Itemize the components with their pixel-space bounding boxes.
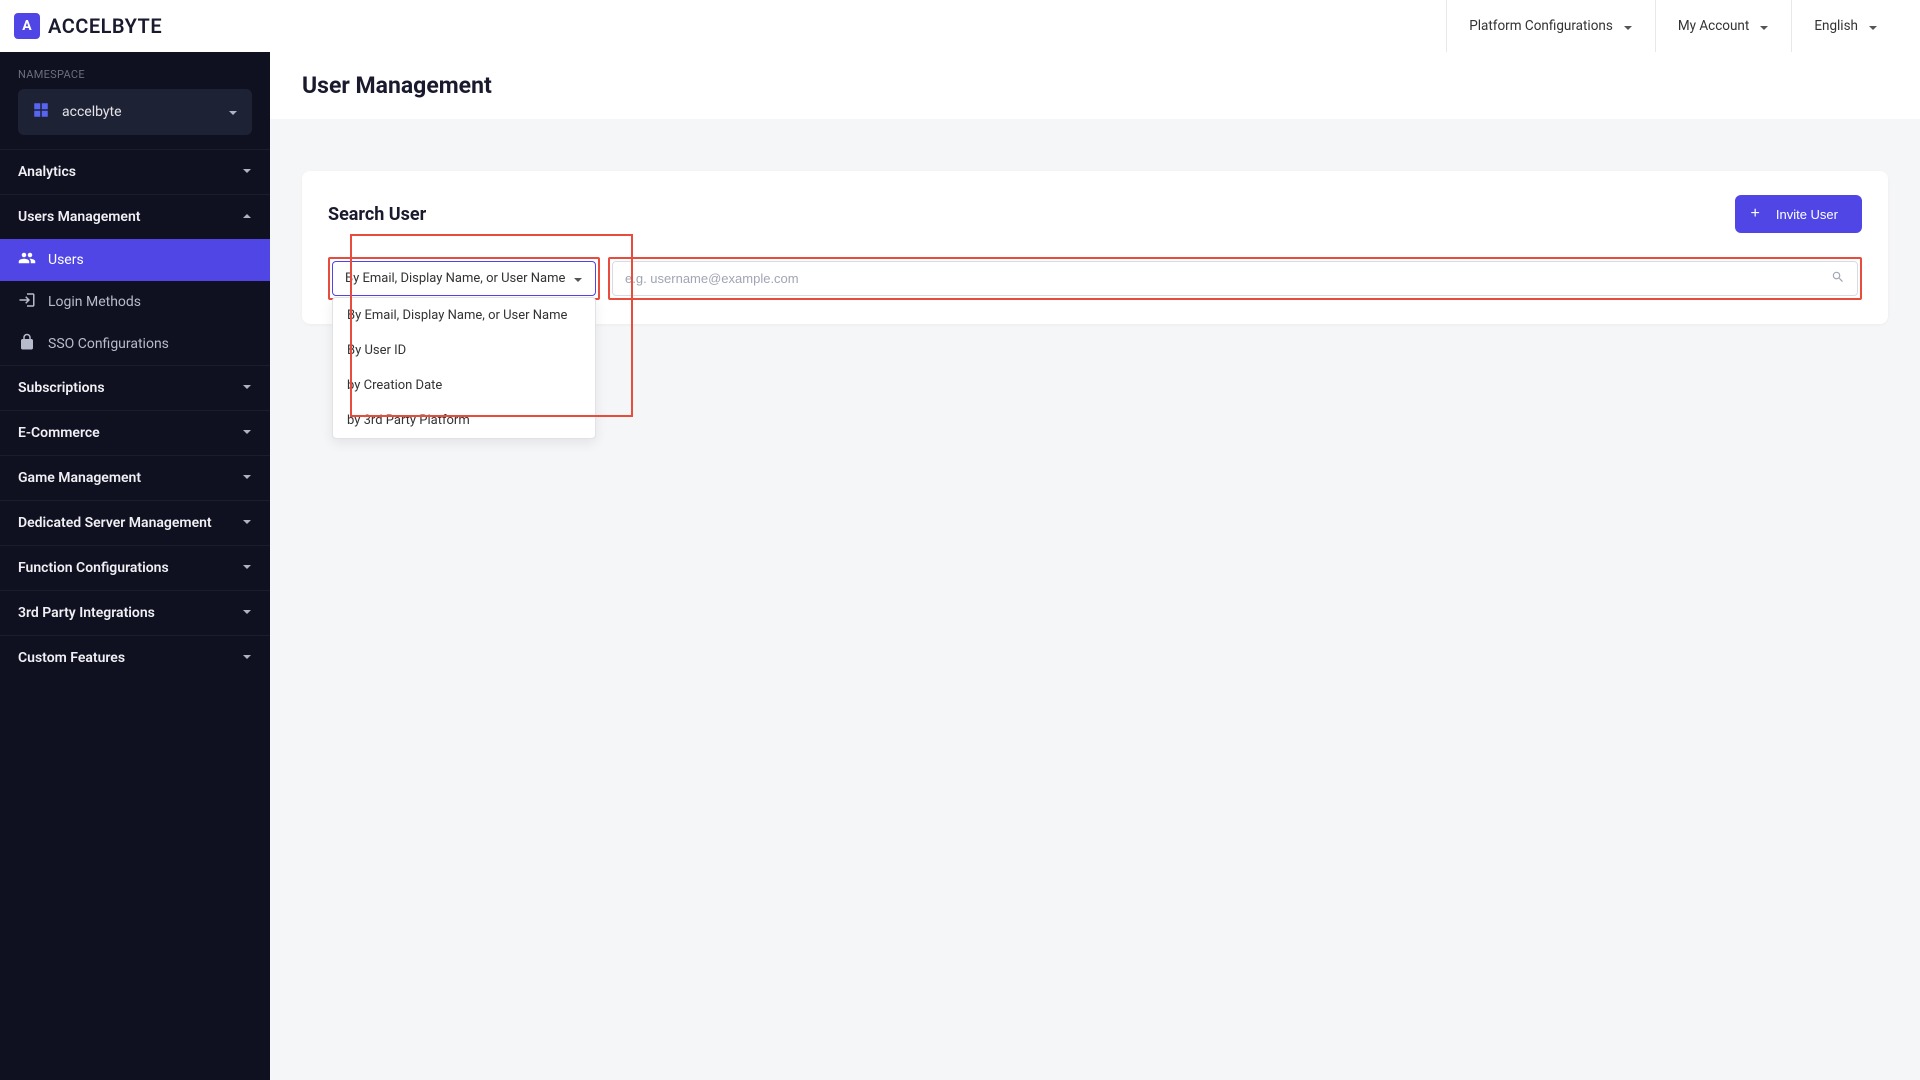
nav-label: Game Management	[18, 470, 141, 486]
dropdown-selected-value: By Email, Display Name, or User Name	[345, 271, 565, 286]
search-row: By Email, Display Name, or User Name By …	[328, 257, 1862, 300]
namespace-value: accelbyte	[62, 104, 216, 120]
chevron-down-icon	[228, 103, 238, 122]
nav-label: 3rd Party Integrations	[18, 605, 155, 621]
chevron-down-icon	[573, 274, 583, 284]
chevron-down-icon	[1868, 21, 1878, 31]
chevron-down-icon	[242, 425, 252, 441]
my-account-menu[interactable]: My Account	[1655, 0, 1791, 52]
search-icon[interactable]	[1831, 269, 1845, 288]
logo-icon: A	[14, 13, 40, 39]
chevron-down-icon	[242, 650, 252, 666]
header-menus: Platform Configurations My Account Engli…	[1446, 0, 1900, 52]
dropdown-option-email[interactable]: By Email, Display Name, or User Name	[333, 298, 595, 333]
sidebar-item-users[interactable]: Users	[0, 239, 270, 281]
sidebar-item-users-management[interactable]: Users Management	[0, 195, 270, 239]
chevron-down-icon	[242, 560, 252, 576]
chevron-down-icon	[1759, 21, 1769, 31]
sidebar-item-dedicated-server-management[interactable]: Dedicated Server Management	[0, 501, 270, 545]
menu-label: English	[1814, 18, 1858, 34]
namespace-selector[interactable]: accelbyte	[18, 89, 252, 135]
nav-label: Custom Features	[18, 650, 125, 666]
top-header: A ACCELBYTE Platform Configurations My A…	[0, 0, 1920, 52]
sidebar-item-ecommerce[interactable]: E-Commerce	[0, 411, 270, 455]
nav-label: Function Configurations	[18, 560, 169, 576]
search-input-container	[612, 261, 1858, 296]
lock-icon	[18, 333, 36, 355]
nav-label: E-Commerce	[18, 425, 100, 441]
content-area: Search User + Invite User By Email, Disp…	[270, 119, 1920, 376]
dropdown-option-3rd-party[interactable]: by 3rd Party Platform	[333, 403, 595, 438]
search-input-highlight	[608, 257, 1862, 300]
sidebar-item-custom-features[interactable]: Custom Features	[0, 636, 270, 680]
nav-label: Dedicated Server Management	[18, 515, 212, 531]
nav-sublabel: SSO Configurations	[48, 336, 169, 352]
chevron-down-icon	[242, 605, 252, 621]
sidebar: NAMESPACE accelbyte Analytics Users Mana…	[0, 52, 270, 1080]
card-header: Search User + Invite User	[328, 195, 1862, 233]
dropdown-option-userid[interactable]: By User ID	[333, 333, 595, 368]
chevron-up-icon	[242, 209, 252, 225]
page-title: User Management	[270, 52, 1920, 119]
logo-letter: A	[22, 18, 31, 34]
plus-icon: +	[1751, 205, 1760, 223]
chevron-down-icon	[1623, 21, 1633, 31]
nav-label: Subscriptions	[18, 380, 105, 396]
search-card: Search User + Invite User By Email, Disp…	[302, 171, 1888, 324]
chevron-down-icon	[242, 470, 252, 486]
chevron-down-icon	[242, 380, 252, 396]
menu-label: Platform Configurations	[1469, 18, 1613, 34]
invite-user-button[interactable]: + Invite User	[1735, 195, 1862, 233]
dropdown-option-creation-date[interactable]: by Creation Date	[333, 368, 595, 403]
search-type-dropdown[interactable]: By Email, Display Name, or User Name	[332, 261, 596, 296]
sidebar-item-sso-configurations[interactable]: SSO Configurations	[0, 323, 270, 365]
card-title: Search User	[328, 204, 426, 225]
search-type-dropdown-highlight: By Email, Display Name, or User Name By …	[328, 257, 600, 300]
search-type-dropdown-menu: By Email, Display Name, or User Name By …	[332, 297, 596, 439]
language-menu[interactable]: English	[1791, 0, 1900, 52]
namespace-label: NAMESPACE	[0, 52, 270, 89]
sidebar-item-function-configurations[interactable]: Function Configurations	[0, 546, 270, 590]
nav-label: Analytics	[18, 164, 76, 180]
main-content: User Management Search User + Invite Use…	[270, 52, 1920, 1080]
chevron-down-icon	[242, 515, 252, 531]
chevron-down-icon	[242, 164, 252, 180]
namespace-icon	[32, 101, 50, 123]
sidebar-item-3rd-party-integrations[interactable]: 3rd Party Integrations	[0, 591, 270, 635]
users-icon	[18, 249, 36, 271]
sidebar-item-subscriptions[interactable]: Subscriptions	[0, 366, 270, 410]
nav-label: Users Management	[18, 209, 140, 225]
invite-label: Invite User	[1776, 207, 1838, 222]
nav-sublabel: Login Methods	[48, 294, 141, 310]
platform-configurations-menu[interactable]: Platform Configurations	[1446, 0, 1655, 52]
nav-sublabel: Users	[48, 252, 84, 268]
sidebar-item-login-methods[interactable]: Login Methods	[0, 281, 270, 323]
search-input[interactable]	[625, 262, 1831, 295]
sidebar-item-game-management[interactable]: Game Management	[0, 456, 270, 500]
brand-name: ACCELBYTE	[48, 14, 162, 38]
sidebar-item-analytics[interactable]: Analytics	[0, 150, 270, 194]
login-icon	[18, 291, 36, 313]
menu-label: My Account	[1678, 18, 1749, 34]
brand-logo: A ACCELBYTE	[14, 13, 162, 39]
